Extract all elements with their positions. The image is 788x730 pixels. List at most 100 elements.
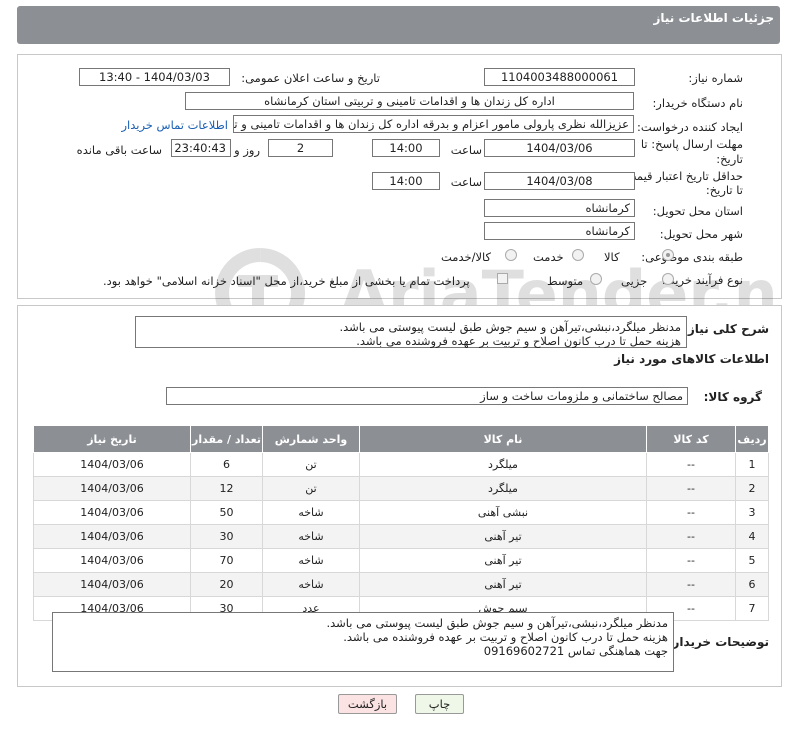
description-textarea: مدنظر میلگرد،نبشی،تیرآهن و سیم جوش طبق ل… <box>135 316 687 348</box>
table-cell: 1404/03/06 <box>33 548 191 573</box>
announce-field: 1404/03/03 - 13:40 <box>79 68 230 86</box>
table-cell: شاخه <box>262 500 360 525</box>
table-cell: 6 <box>735 572 769 597</box>
table-cell: -- <box>646 452 736 477</box>
table-cell: -- <box>646 572 736 597</box>
deadline-label: مهلت ارسال پاسخ: تا <box>640 137 743 151</box>
table-cell: 5 <box>735 548 769 573</box>
treasury-payment-checkbox[interactable] <box>497 273 508 284</box>
description-line-1: مدنظر میلگرد،نبشی،تیرآهن و سیم جوش طبق ل… <box>339 320 681 334</box>
buyer-notes-textarea: مدنظر میلگرد،نبشی،تیرآهن و سیم جوش طبق ل… <box>52 612 674 672</box>
buyer-org-field: اداره کل زندان ها و اقدامات تامینی و ترب… <box>185 92 634 110</box>
table-cell: تن <box>262 452 360 477</box>
category-label: طبقه بندی موضوعی: <box>641 250 743 264</box>
buyer-contact-link[interactable]: اطلاعات تماس خریدار <box>121 118 228 132</box>
table-row: 1 -- میلگرد تن 6 1404/03/06 <box>33 452 769 477</box>
table-cell: 30 <box>190 524 263 549</box>
category-goods-label: کالا <box>604 250 620 264</box>
category-both-radio[interactable] <box>505 249 517 261</box>
table-cell: 4 <box>735 524 769 549</box>
creator-field: عزیزالله نظری پارولی مامور اعزام و بدرقه… <box>233 115 634 133</box>
table-cell: 1404/03/06 <box>33 572 191 597</box>
col-quantity: تعداد / مقدار <box>190 425 263 453</box>
table-cell: میلگرد <box>359 476 647 501</box>
goods-group-field: مصالح ساختمانی و ملزومات ساخت و ساز <box>166 387 688 405</box>
col-item-name: نام کالا <box>359 425 647 453</box>
table-cell: -- <box>646 500 736 525</box>
buyer-notes-line-1: مدنظر میلگرد،نبشی،تیرآهن و سیم جوش طبق ل… <box>326 616 668 630</box>
deadline-label-date: تاریخ: <box>716 152 743 166</box>
process-medium-radio[interactable] <box>590 273 602 285</box>
min-validity-label: حداقل تاریخ اعتبار قیمت: <box>621 169 743 183</box>
goods-table: ردیف کد کالا نام کالا واحد شمارش تعداد /… <box>33 425 769 621</box>
table-row: 4 -- تیر آهنی شاخه 30 1404/03/06 <box>33 524 769 549</box>
table-cell: تیر آهنی <box>359 572 647 597</box>
table-cell: 1404/03/06 <box>33 524 191 549</box>
table-cell: 1404/03/06 <box>33 452 191 477</box>
validity-time-label: ساعت <box>450 175 482 189</box>
table-cell: 2 <box>735 476 769 501</box>
validity-date-field: 1404/03/08 <box>484 172 635 190</box>
col-row-number: ردیف <box>735 425 769 453</box>
table-cell: 20 <box>190 572 263 597</box>
table-cell: -- <box>646 524 736 549</box>
table-cell: تیر آهنی <box>359 524 647 549</box>
category-both-label: کالا/خدمت <box>441 250 492 264</box>
table-cell: 1404/03/06 <box>33 476 191 501</box>
back-button[interactable]: بازگشت <box>338 694 397 714</box>
table-cell: میلگرد <box>359 452 647 477</box>
table-cell: شاخه <box>262 572 360 597</box>
table-cell: -- <box>646 548 736 573</box>
table-cell: 12 <box>190 476 263 501</box>
col-unit: واحد شمارش <box>262 425 360 453</box>
category-service-radio[interactable] <box>572 249 584 261</box>
table-cell: نبشی آهنی <box>359 500 647 525</box>
min-validity-label-date: تا تاریخ: <box>705 183 743 197</box>
description-line-2: هزینه حمل تا درب کانون اصلاح و تربیت بر … <box>356 334 681 348</box>
announce-label: تاریخ و ساعت اعلان عمومی: <box>241 71 380 85</box>
creator-label: ایجاد کننده درخواست: <box>637 120 743 134</box>
col-item-code: کد کالا <box>646 425 736 453</box>
table-row: 3 -- نبشی آهنی شاخه 50 1404/03/06 <box>33 500 769 525</box>
days-field: 2 <box>268 139 333 157</box>
table-cell: تیر آهنی <box>359 548 647 573</box>
category-service-label: خدمت <box>533 250 564 264</box>
table-row: 5 -- تیر آهنی شاخه 70 1404/03/06 <box>33 548 769 573</box>
treasury-payment-note: پرداخت تمام یا بخشی از مبلغ خرید،از محل … <box>103 274 470 288</box>
remaining-time-field: 23:40:43 <box>171 139 231 157</box>
table-cell: -- <box>646 476 736 501</box>
deadline-time-label: ساعت <box>450 143 482 157</box>
validity-time-field: 14:00 <box>372 172 440 190</box>
province-label: استان محل تحویل: <box>652 204 743 218</box>
col-need-date: تاریخ نیاز <box>33 425 191 453</box>
buyer-org-label: نام دستگاه خریدار: <box>652 96 743 110</box>
table-cell: 1404/03/06 <box>33 500 191 525</box>
table-cell: تن <box>262 476 360 501</box>
table-row: 2 -- میلگرد تن 12 1404/03/06 <box>33 476 769 501</box>
table-row: 6 -- تیر آهنی شاخه 20 1404/03/06 <box>33 572 769 597</box>
print-button[interactable]: چاپ <box>415 694 464 714</box>
need-number-label: شماره نیاز: <box>688 71 743 85</box>
buyer-notes-line-3: جهت هماهنگی تماس 09169602721 <box>483 644 668 658</box>
category-goods-radio[interactable] <box>662 249 674 261</box>
table-cell: شاخه <box>262 524 360 549</box>
table-cell: 6 <box>190 452 263 477</box>
need-number-field: 1104003488000061 <box>484 68 635 86</box>
table-cell: 50 <box>190 500 263 525</box>
table-cell: 70 <box>190 548 263 573</box>
process-minor-label: جزیی <box>621 274 648 288</box>
days-label: روز و <box>234 143 260 157</box>
table-cell: 7 <box>735 596 769 621</box>
deadline-date-field: 1404/03/06 <box>484 139 635 157</box>
process-minor-radio[interactable] <box>662 273 674 285</box>
goods-group-label: گروه کالا: <box>703 390 762 404</box>
buyer-notes-line-2: هزینه حمل تا درب کانون اصلاح و تربیت بر … <box>343 630 668 644</box>
description-label: شرح کلی نیاز: <box>683 322 769 336</box>
city-field: کرمانشاه <box>484 222 635 240</box>
goods-section-title: اطلاعات کالاهای مورد نیاز <box>614 352 769 366</box>
remaining-label: ساعت باقی مانده <box>76 143 162 157</box>
page-title: جزئیات اطلاعات نیاز <box>653 11 774 25</box>
goods-table-header: ردیف کد کالا نام کالا واحد شمارش تعداد /… <box>33 425 769 453</box>
deadline-time-field: 14:00 <box>372 139 440 157</box>
table-cell: 3 <box>735 500 769 525</box>
